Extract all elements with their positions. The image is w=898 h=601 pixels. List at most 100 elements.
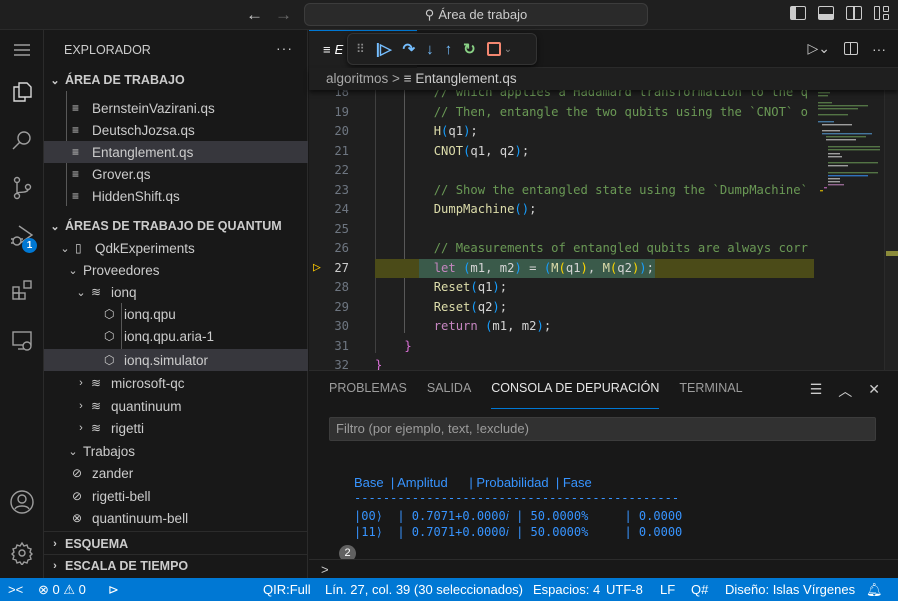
toggle-panel-icon[interactable]: [818, 6, 834, 20]
arrow-right-icon[interactable]: →: [275, 5, 292, 25]
chevron-down-icon: ⌄: [50, 220, 60, 233]
provider-item[interactable]: ⌄ ≋ ionq: [44, 281, 308, 303]
code-text: Reset(q2);: [433, 299, 508, 314]
chevron-down-icon[interactable]: ⌄: [504, 44, 512, 55]
close-panel-icon[interactable]: ✕: [868, 381, 880, 401]
encoding[interactable]: UTF-8: [606, 578, 643, 601]
minimap-line: [828, 146, 880, 148]
editor-scrollbar[interactable]: [884, 90, 898, 370]
job-item[interactable]: ⊗ quantinuum-bell: [44, 507, 308, 529]
section-outline[interactable]: › ESQUEMA: [44, 533, 308, 555]
provider-item[interactable]: › ≋ microsoft-qc: [44, 372, 308, 394]
run-debug-icon[interactable]: ▷⌄: [808, 40, 831, 57]
stop-icon[interactable]: [486, 42, 501, 56]
notifications-bell-icon[interactable]: 🔔︎: [866, 578, 883, 601]
gear-icon[interactable]: [0, 533, 44, 573]
repeat-count-badge: 2: [339, 545, 356, 559]
section-label: ESCALA DE TIEMPO: [65, 559, 189, 573]
toggle-secondary-sidebar-icon[interactable]: [846, 6, 862, 20]
providers-label: Proveedores: [83, 262, 160, 278]
breadcrumb-file[interactable]: Entanglement.qs: [415, 71, 516, 86]
clear-console-icon[interactable]: ☰: [810, 381, 823, 401]
file-item[interactable]: ≡ BernsteinVazirani.qs: [44, 97, 308, 119]
cube-icon: ⬡: [104, 353, 115, 367]
debug-status-icon[interactable]: ⊳: [108, 578, 119, 601]
layout-controls: [790, 6, 890, 20]
more-actions-icon[interactable]: ···: [276, 40, 293, 56]
line-ending[interactable]: LF: [660, 578, 675, 601]
source-control-icon[interactable]: [0, 168, 44, 208]
remote-indicator[interactable]: ><: [8, 578, 23, 601]
extensions-icon[interactable]: [0, 270, 44, 310]
toggle-primary-sidebar-icon[interactable]: [790, 6, 806, 20]
line-number: 23: [334, 182, 349, 197]
target-item-selected[interactable]: ⬡ ionq.simulator: [44, 349, 308, 371]
command-center-search[interactable]: ⚲ Área de trabajo: [304, 3, 648, 26]
target-item[interactable]: ⬡ ionq.qpu: [44, 303, 308, 325]
tab-terminal[interactable]: TERMINAL: [679, 381, 742, 405]
indentation[interactable]: Espacios: 4: [533, 578, 600, 601]
arrow-left-icon[interactable]: ←: [246, 5, 263, 25]
section-timeline[interactable]: › ESCALA DE TIEMPO: [44, 555, 308, 577]
menu-icon[interactable]: [0, 30, 44, 70]
file-lines-icon: ≡: [72, 101, 80, 115]
tab-problems[interactable]: PROBLEMAS: [329, 381, 407, 405]
target-item[interactable]: ⬡ ionq.qpu.aria-1: [44, 325, 308, 347]
providers-item[interactable]: ⌄ Proveedores: [44, 259, 308, 281]
tab-output[interactable]: SALIDA: [427, 381, 471, 405]
minimap-line: [828, 149, 880, 151]
step-into-icon[interactable]: ↓: [426, 41, 434, 58]
job-name: quantinuum-bell: [92, 510, 189, 526]
minimap[interactable]: [814, 90, 884, 370]
layers-icon: ≋: [91, 285, 102, 299]
error-icon: ⊗: [38, 582, 49, 597]
file-item[interactable]: ≡ HiddenShift.qs: [44, 185, 308, 207]
quantum-workspace-item[interactable]: ⌄ ▯ QdkExperiments: [44, 237, 308, 259]
target-name: ionq.qpu.aria-1: [124, 328, 215, 344]
job-item[interactable]: ⊘ zander: [44, 462, 308, 484]
remote-explorer-icon[interactable]: [0, 320, 44, 360]
jobs-item[interactable]: ⌄ Trabajos: [44, 440, 308, 462]
problems-indicator[interactable]: ⊗ 0 ⚠ 0: [38, 578, 86, 601]
layout-status[interactable]: Diseño: Islas Vírgenes: [725, 578, 855, 601]
code-line: 23 // Show the entangled state using the…: [309, 181, 814, 201]
continue-icon[interactable]: |▷: [376, 40, 392, 58]
file-item[interactable]: ≡ DeutschJozsa.qs: [44, 119, 308, 141]
provider-item[interactable]: › ≋ rigetti: [44, 417, 308, 439]
code-editor[interactable]: 18 // which applies a Hadamard transform…: [309, 90, 814, 370]
file-lines-icon: ≡: [72, 189, 80, 203]
tab-debug-console[interactable]: CONSOLA DE DEPURACIÓN: [491, 381, 660, 409]
layers-icon: ≋: [91, 376, 102, 390]
file-item[interactable]: ≡ Grover.qs: [44, 163, 308, 185]
file-item-selected[interactable]: ≡ Entanglement.qs: [44, 141, 308, 163]
customize-layout-icon[interactable]: [874, 6, 890, 20]
step-over-icon[interactable]: ↷: [403, 40, 416, 58]
step-out-icon[interactable]: ↑: [445, 41, 453, 58]
minimap-line: [828, 162, 878, 164]
drag-handle-icon[interactable]: ⠿: [356, 42, 365, 56]
console-input[interactable]: >: [309, 559, 898, 579]
restart-icon[interactable]: ↻: [463, 40, 476, 58]
console-filter-input[interactable]: Filtro (por ejemplo, text, !exclude): [329, 417, 876, 441]
files-icon[interactable]: [0, 72, 44, 112]
maximize-panel-icon[interactable]: ︿: [838, 381, 852, 401]
check-circle-icon: ⊘: [72, 489, 83, 503]
cursor-position[interactable]: Lín. 27, col. 39 (30 seleccionados): [325, 578, 523, 601]
account-icon[interactable]: [0, 482, 44, 522]
code-text: // Show the entangled state using the `D…: [433, 182, 808, 197]
qir-profile[interactable]: QIR:Full: [263, 578, 311, 601]
breadcrumb-folder[interactable]: algoritmos: [326, 71, 388, 86]
search-icon[interactable]: [0, 120, 44, 160]
panel-actions: ☰ ︿ ✕: [810, 381, 880, 401]
job-item[interactable]: ⊘ rigetti-bell: [44, 485, 308, 507]
section-quantum-workspaces[interactable]: ⌄ ÁREAS DE TRABAJO DE QUANTUM: [44, 215, 308, 237]
section-workspace[interactable]: ⌄ ÁREA DE TRABAJO: [44, 69, 308, 91]
editor-area: ≡ E ⠿ |▷ ↷ ↓ ↑ ↻ ⌄ ▷⌄ ··· algoritmos > ≡ …: [309, 30, 898, 370]
minimap-line: [828, 172, 878, 174]
line-number: 19: [334, 104, 349, 119]
more-actions-icon[interactable]: ···: [872, 41, 886, 57]
debug-icon[interactable]: 1: [0, 216, 44, 256]
split-editor-icon[interactable]: [844, 42, 858, 55]
provider-item[interactable]: › ≋ quantinuum: [44, 395, 308, 417]
language-mode[interactable]: Q#: [691, 578, 708, 601]
